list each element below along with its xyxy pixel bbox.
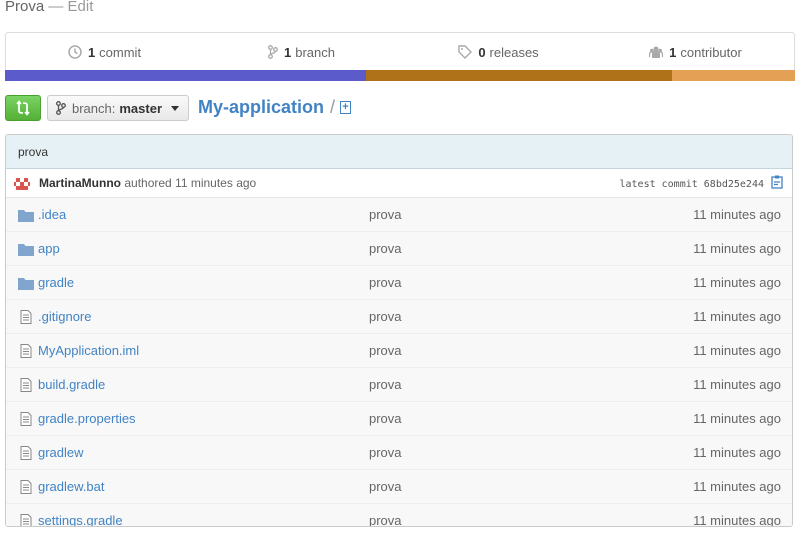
language-segment[interactable] bbox=[5, 70, 367, 81]
file-name-link[interactable]: gradle bbox=[38, 275, 74, 290]
folder-icon bbox=[18, 208, 34, 222]
authored-time: authored 11 minutes ago bbox=[124, 176, 257, 190]
file-age: 11 minutes ago bbox=[693, 411, 781, 426]
file-age: 11 minutes ago bbox=[693, 343, 781, 358]
file-age: 11 minutes ago bbox=[693, 207, 781, 222]
clone-icon bbox=[16, 100, 30, 116]
file-icon bbox=[18, 344, 34, 358]
file-row[interactable]: build.gradle prova 11 minutes ago bbox=[6, 368, 792, 402]
stat-contributors[interactable]: 1 contributor bbox=[597, 33, 794, 71]
releases-label: releases bbox=[489, 44, 539, 60]
file-list: .idea prova 11 minutes ago app prova 11 minut… bbox=[6, 198, 792, 527]
file-row[interactable]: gradlew prova 11 minutes ago bbox=[6, 436, 792, 470]
releases-count: 0 bbox=[478, 44, 486, 60]
file-icon bbox=[18, 378, 34, 392]
chevron-down-icon bbox=[171, 105, 180, 111]
clipboard-icon[interactable] bbox=[771, 175, 783, 189]
file-age: 11 minutes ago bbox=[693, 445, 781, 460]
file-name-link[interactable]: gradlew bbox=[38, 445, 84, 460]
file-age: 11 minutes ago bbox=[693, 479, 781, 494]
repo-title-label: Prova bbox=[5, 0, 45, 15]
file-commit-message[interactable]: prova bbox=[369, 411, 402, 426]
history-icon bbox=[68, 45, 82, 59]
folder-icon bbox=[18, 242, 34, 256]
file-name-link[interactable]: MyApplication.iml bbox=[38, 343, 139, 358]
file-age: 11 minutes ago bbox=[693, 513, 781, 527]
file-row[interactable]: settings.gradle prova 11 minutes ago bbox=[6, 504, 792, 527]
file-row[interactable]: MyApplication.iml prova 11 minutes ago bbox=[6, 334, 792, 368]
path-separator: / bbox=[330, 97, 336, 117]
folder-icon bbox=[18, 276, 34, 290]
file-icon bbox=[18, 412, 34, 426]
file-browser: prova MartinaMunno authored 11 minutes a… bbox=[5, 134, 793, 527]
file-name-link[interactable]: .gitignore bbox=[38, 309, 91, 324]
stat-branches[interactable]: 1 branch bbox=[203, 33, 400, 71]
file-commit-message[interactable]: prova bbox=[369, 377, 402, 392]
branch-value: master bbox=[119, 100, 163, 116]
commit-meta: MartinaMunno authored 11 minutes ago lat… bbox=[6, 169, 792, 198]
branches-count: 1 bbox=[284, 44, 292, 60]
language-bar[interactable] bbox=[5, 70, 795, 81]
edit-link[interactable]: Edit bbox=[68, 0, 94, 15]
file-icon bbox=[18, 514, 34, 526]
file-row[interactable]: gradle prova 11 minutes ago bbox=[6, 266, 792, 300]
file-age: 11 minutes ago bbox=[693, 377, 781, 392]
file-commit-message[interactable]: prova bbox=[369, 207, 402, 222]
commit-message[interactable]: prova bbox=[6, 135, 792, 169]
stat-releases[interactable]: 0 releases bbox=[400, 33, 597, 71]
latest-commit[interactable]: latest commit 68bd25e244 bbox=[620, 179, 765, 190]
avatar[interactable] bbox=[14, 176, 30, 192]
language-segment[interactable] bbox=[671, 70, 795, 81]
new-file-icon[interactable]: + bbox=[340, 101, 351, 114]
branch-icon bbox=[268, 45, 278, 59]
file-icon bbox=[18, 480, 34, 494]
file-icon bbox=[18, 310, 34, 324]
contributors-label: contributor bbox=[680, 44, 742, 60]
organization-icon bbox=[649, 46, 664, 58]
file-commit-message[interactable]: prova bbox=[369, 241, 402, 256]
commits-label: commit bbox=[99, 44, 142, 60]
file-row[interactable]: app prova 11 minutes ago bbox=[6, 232, 792, 266]
stat-commits[interactable]: 1 commit bbox=[6, 33, 203, 71]
language-segment[interactable] bbox=[366, 70, 672, 81]
file-name-link[interactable]: gradle.properties bbox=[38, 411, 136, 426]
stats-bar: 1 commit 1 branch 0 releases 1 contribut… bbox=[5, 32, 795, 71]
repo-name-link[interactable]: My-application bbox=[198, 95, 324, 119]
file-commit-message[interactable]: prova bbox=[369, 309, 402, 324]
file-row[interactable]: .gitignore prova 11 minutes ago bbox=[6, 300, 792, 334]
file-name-link[interactable]: app bbox=[38, 241, 60, 256]
branch-label: branch: bbox=[72, 100, 116, 116]
file-commit-message[interactable]: prova bbox=[369, 445, 402, 460]
file-row[interactable]: gradle.properties prova 11 minutes ago bbox=[6, 402, 792, 436]
page-title: Prova — Edit bbox=[5, 0, 94, 15]
file-commit-message[interactable]: prova bbox=[369, 275, 402, 290]
branch-icon bbox=[56, 101, 66, 115]
file-icon bbox=[18, 446, 34, 460]
branches-label: branch bbox=[295, 44, 335, 60]
file-row[interactable]: .idea prova 11 minutes ago bbox=[6, 198, 792, 232]
file-commit-message[interactable]: prova bbox=[369, 479, 402, 494]
branch-selector[interactable]: branch: master bbox=[47, 95, 189, 121]
file-commit-message[interactable]: prova bbox=[369, 513, 402, 526]
file-age: 11 minutes ago bbox=[693, 241, 781, 256]
tag-icon bbox=[458, 45, 473, 59]
author-link[interactable]: MartinaMunno bbox=[39, 176, 121, 190]
file-row[interactable]: gradlew.bat prova 11 minutes ago bbox=[6, 470, 792, 504]
file-commit-message[interactable]: prova bbox=[369, 343, 402, 358]
file-name-link[interactable]: .idea bbox=[38, 207, 66, 222]
repo-toolbar: branch: master My-application / + bbox=[5, 95, 795, 121]
file-name-link[interactable]: gradlew.bat bbox=[38, 479, 105, 494]
contributors-count: 1 bbox=[669, 44, 677, 60]
file-name-link[interactable]: build.gradle bbox=[38, 377, 105, 392]
commit-author-line: MartinaMunno authored 11 minutes ago bbox=[39, 176, 256, 190]
clone-button[interactable] bbox=[5, 95, 41, 121]
file-name-link[interactable]: settings.gradle bbox=[38, 513, 123, 526]
file-age: 11 minutes ago bbox=[693, 309, 781, 324]
commits-count: 1 bbox=[87, 44, 96, 60]
file-age: 11 minutes ago bbox=[693, 275, 781, 290]
